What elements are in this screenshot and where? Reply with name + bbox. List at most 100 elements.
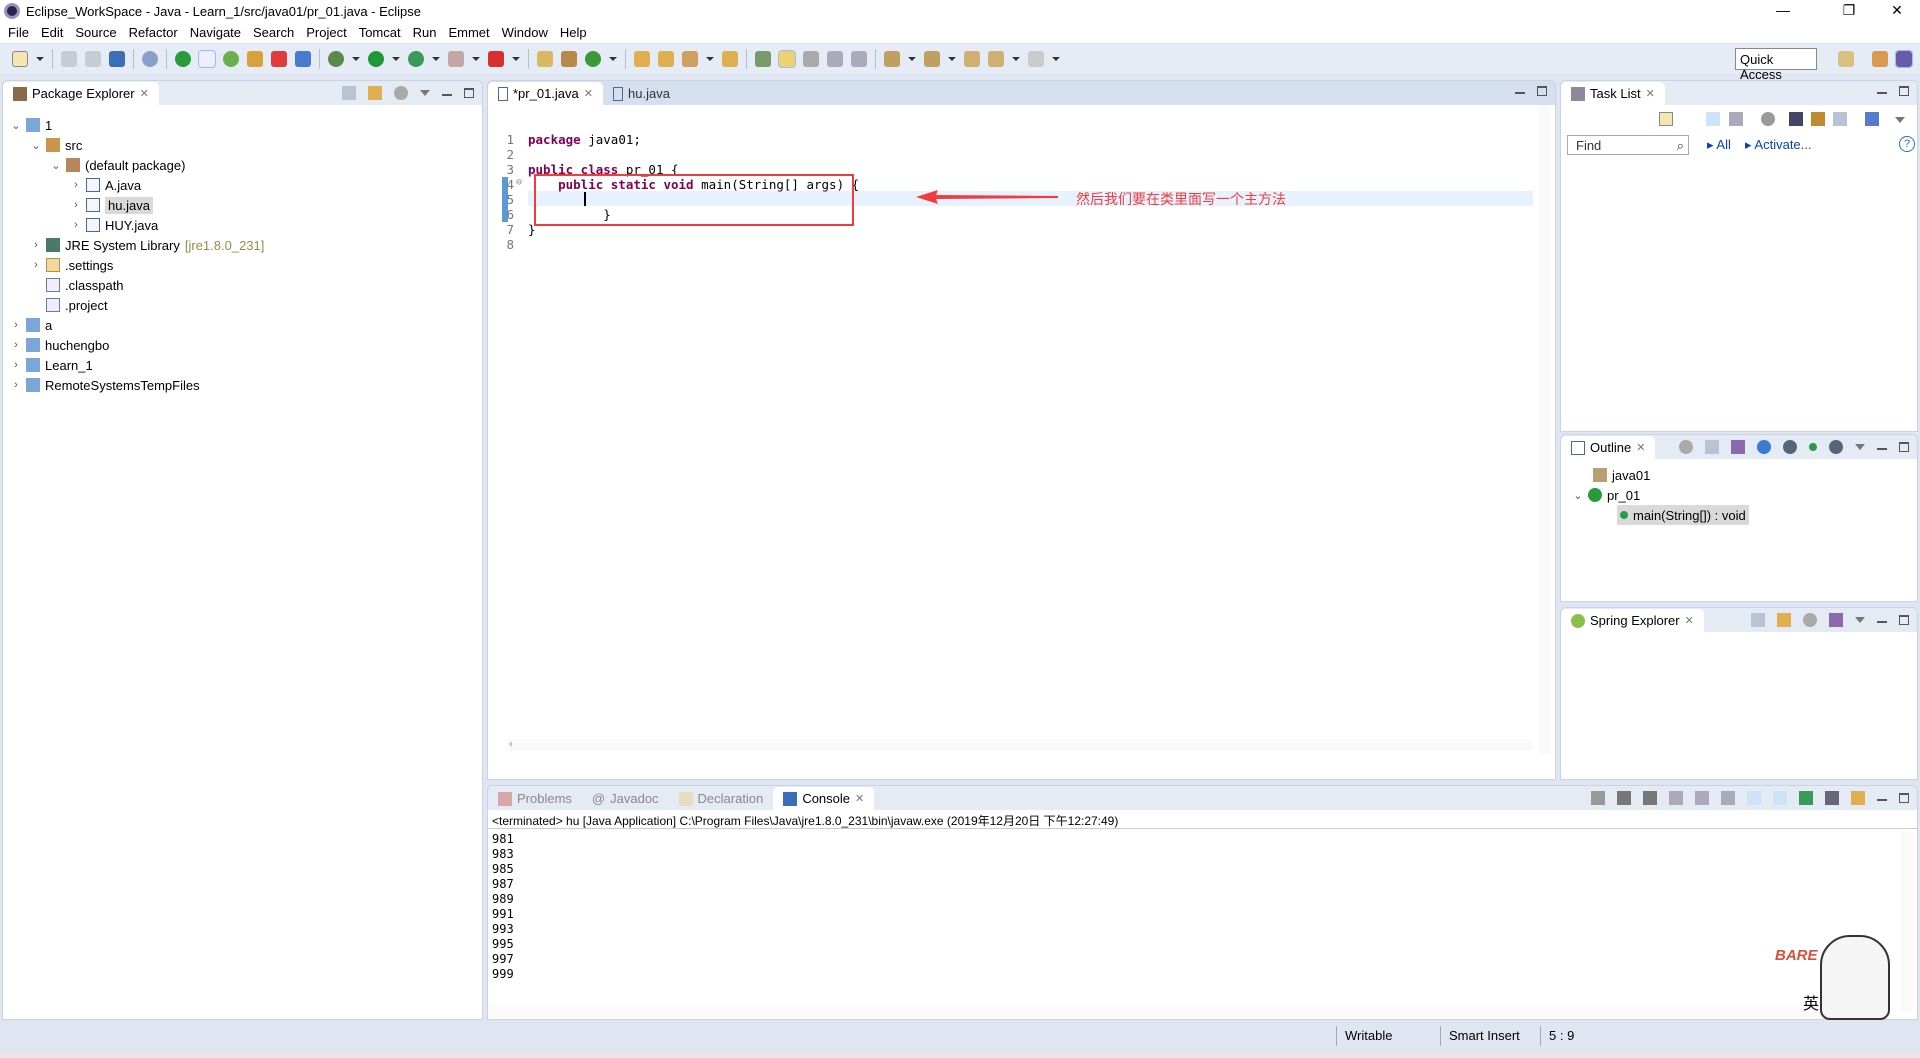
new-task-icon[interactable] bbox=[1659, 112, 1673, 126]
chevron-right-icon[interactable]: › bbox=[71, 199, 81, 211]
forward-dropdown[interactable] bbox=[1052, 57, 1060, 61]
console-horizontal-scrollbar[interactable] bbox=[488, 1005, 1888, 1017]
menu-navigate[interactable]: Navigate bbox=[190, 25, 241, 40]
close-icon[interactable]: ✕ bbox=[584, 87, 593, 100]
open-type-icon[interactable] bbox=[634, 51, 650, 67]
tree-item-classpath[interactable]: .classpath bbox=[46, 275, 124, 295]
tree-item-default-package[interactable]: ⌄ (default package) bbox=[51, 155, 185, 175]
my-tasks-icon[interactable] bbox=[1811, 112, 1825, 126]
activate-link[interactable]: ▸ Activate... bbox=[1745, 137, 1812, 153]
sort-icon[interactable] bbox=[1731, 440, 1745, 454]
tab-declaration[interactable]: Declaration bbox=[668, 787, 774, 810]
tree-item-learn-1[interactable]: › Learn_1 bbox=[11, 355, 93, 375]
hide-local-types-icon[interactable] bbox=[1829, 440, 1843, 454]
chevron-right-icon[interactable]: › bbox=[71, 179, 81, 191]
toggle-ant-icon[interactable] bbox=[755, 51, 771, 67]
focus-icon[interactable] bbox=[1679, 440, 1693, 454]
close-icon[interactable]: ✕ bbox=[140, 87, 149, 100]
terminal-icon[interactable] bbox=[109, 51, 125, 67]
remove-launch-icon[interactable] bbox=[1617, 791, 1631, 805]
hide-nonpublic-icon[interactable] bbox=[1809, 443, 1817, 451]
close-icon[interactable]: ✕ bbox=[1636, 441, 1645, 454]
tree-item-a-java[interactable]: › A.java bbox=[71, 175, 141, 195]
view-menu-icon[interactable] bbox=[1855, 617, 1865, 623]
fold-collapse-icon[interactable]: ⊖ bbox=[516, 177, 522, 188]
new-class-icon[interactable] bbox=[585, 51, 601, 67]
tab-task-list[interactable]: Task List ✕ bbox=[1561, 82, 1665, 105]
tab-problems[interactable]: Problems bbox=[488, 787, 582, 810]
focus-icon[interactable] bbox=[1761, 112, 1775, 126]
chevron-down-icon[interactable]: ⌄ bbox=[1573, 489, 1583, 502]
maximize-icon[interactable] bbox=[1537, 86, 1547, 96]
minimize-icon[interactable] bbox=[1877, 91, 1887, 94]
menu-run[interactable]: Run bbox=[413, 25, 437, 40]
show-stderr-icon[interactable] bbox=[1773, 791, 1787, 805]
horizontal-scrollbar[interactable]: ‹ bbox=[508, 739, 1533, 751]
tree-item-project-file[interactable]: .project bbox=[46, 295, 108, 315]
close-icon[interactable]: ✕ bbox=[855, 792, 864, 805]
filters-icon[interactable] bbox=[394, 86, 408, 100]
save-all-icon[interactable] bbox=[85, 51, 101, 67]
collapse-all-icon[interactable] bbox=[1751, 613, 1765, 627]
tab-spring-explorer[interactable]: Spring Explorer ✕ bbox=[1561, 609, 1704, 632]
spring-boot-icon[interactable] bbox=[175, 51, 191, 67]
new-java-project-icon[interactable] bbox=[537, 51, 553, 67]
external-tools-icon[interactable] bbox=[408, 51, 424, 67]
menu-project[interactable]: Project bbox=[306, 25, 346, 40]
maximize-icon[interactable] bbox=[1899, 86, 1909, 96]
console-output[interactable]: <terminated> hu [Java Application] C:\Pr… bbox=[488, 810, 1917, 1019]
block-selection-icon[interactable] bbox=[827, 51, 843, 67]
view-menu-icon[interactable] bbox=[1855, 444, 1865, 450]
menu-emmet[interactable]: Emmet bbox=[448, 25, 489, 40]
tab-console[interactable]: Console ✕ bbox=[773, 787, 875, 810]
search-icon[interactable] bbox=[682, 51, 698, 67]
chevron-right-icon[interactable]: › bbox=[11, 339, 21, 351]
hide-fields-icon[interactable] bbox=[1757, 440, 1771, 454]
tree-item-src[interactable]: ⌄ src bbox=[31, 135, 82, 155]
server-icon[interactable] bbox=[488, 51, 504, 67]
outline-item-class[interactable]: ⌄ pr_01 bbox=[1573, 485, 1640, 505]
hide-completed-icon[interactable] bbox=[1789, 112, 1803, 126]
menu-file[interactable]: File bbox=[8, 25, 29, 40]
chevron-right-icon[interactable]: › bbox=[31, 259, 41, 271]
minimize-icon[interactable] bbox=[1877, 620, 1887, 623]
chevron-right-icon[interactable]: › bbox=[11, 379, 21, 391]
tomcat-stop-icon[interactable] bbox=[271, 51, 287, 67]
new-dropdown[interactable] bbox=[36, 57, 44, 61]
save-icon[interactable] bbox=[61, 51, 77, 67]
view-menu-icon[interactable] bbox=[1895, 117, 1905, 123]
close-icon[interactable]: ✕ bbox=[1646, 87, 1655, 100]
word-wrap-icon[interactable] bbox=[1721, 791, 1735, 805]
maximize-icon[interactable] bbox=[1899, 793, 1909, 803]
ime-mascot-widget[interactable]: BARE 英 bbox=[1775, 935, 1905, 1020]
minimize-icon[interactable] bbox=[1877, 798, 1887, 801]
close-icon[interactable]: ✕ bbox=[1685, 614, 1694, 627]
tree-item-a[interactable]: › a bbox=[11, 315, 52, 335]
menu-window[interactable]: Window bbox=[502, 25, 548, 40]
open-task-icon[interactable] bbox=[658, 51, 674, 67]
stop-dropdown[interactable] bbox=[472, 57, 480, 61]
minimize-button[interactable]: — bbox=[1760, 0, 1806, 22]
tree-item-remote-systems[interactable]: › RemoteSystemsTempFiles bbox=[11, 375, 199, 395]
close-button[interactable]: ✕ bbox=[1874, 0, 1920, 22]
chevron-right-icon[interactable]: › bbox=[11, 319, 21, 331]
debug-dropdown[interactable] bbox=[352, 57, 360, 61]
tab-package-explorer[interactable]: Package Explorer ✕ bbox=[3, 82, 159, 105]
mark-occurrences-icon[interactable] bbox=[778, 50, 796, 68]
tree-item-huchengbo[interactable]: › huchengbo bbox=[11, 335, 109, 355]
chevron-right-icon[interactable]: › bbox=[31, 239, 41, 251]
menu-source[interactable]: Source bbox=[75, 25, 116, 40]
hide-static-icon[interactable] bbox=[1783, 440, 1797, 454]
external-tools-dropdown[interactable] bbox=[432, 57, 440, 61]
toggle-icon[interactable] bbox=[198, 50, 216, 68]
back-dropdown[interactable] bbox=[1012, 57, 1020, 61]
forward-icon[interactable] bbox=[1028, 51, 1044, 67]
display-console-icon[interactable] bbox=[1825, 791, 1839, 805]
minimize-icon[interactable] bbox=[1877, 447, 1887, 450]
all-link[interactable]: ▸ All bbox=[1707, 137, 1731, 153]
stop-icon[interactable] bbox=[448, 51, 464, 67]
outline-item-method[interactable]: main(String[]) : void bbox=[1617, 505, 1749, 525]
chevron-right-icon[interactable]: › bbox=[71, 219, 81, 231]
prev-annotation-icon[interactable] bbox=[924, 51, 940, 67]
show-stdout-icon[interactable] bbox=[1747, 791, 1761, 805]
